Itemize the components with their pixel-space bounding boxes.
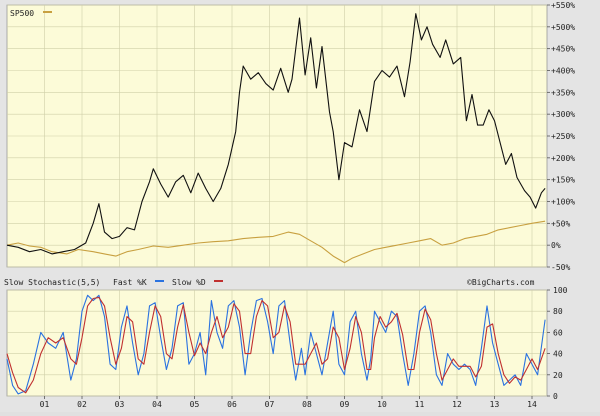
x-tick-label: 08: [302, 400, 312, 409]
indicator-y-tick-label: 80: [553, 307, 563, 316]
x-tick-label: 07: [265, 400, 275, 409]
legend-entry-sp500: SP500: [10, 9, 34, 18]
legend-entry-fast-k: Fast %K: [113, 278, 147, 287]
x-tick-label: 12: [452, 400, 462, 409]
x-tick-label: 14: [527, 400, 537, 409]
main-y-tick-label: +250%: [551, 132, 575, 141]
source-credit: ©BigCharts.com: [467, 278, 535, 287]
x-tick-label: 11: [415, 400, 425, 409]
main-y-tick-label: +200%: [551, 154, 575, 163]
x-tick-label: 03: [115, 400, 125, 409]
x-tick-label: 06: [227, 400, 237, 409]
indicator-y-tick-label: 40: [553, 350, 563, 359]
indicator-y-tick-label: 20: [553, 371, 563, 380]
x-tick-label: 01: [40, 400, 50, 409]
main-y-tick-label: +450%: [551, 45, 575, 54]
indicator-y-tick-label: 100: [553, 286, 568, 295]
chart-container: +550% +500% +450% +400% +350% +300% +250% +200%…: [0, 0, 600, 412]
main-y-tick-label: +300%: [551, 110, 575, 119]
legend-entry-slow-d: Slow %D: [172, 278, 206, 287]
stock-chart: +550% +500% +450% +400% +350% +300% +250% +200%…: [0, 0, 600, 412]
main-y-tick-label: +400%: [551, 67, 575, 76]
main-y-tick-label: +550%: [551, 1, 575, 10]
main-y-tick-label: 0%: [551, 241, 561, 250]
main-y-tick-label: +500%: [551, 23, 575, 32]
x-tick-label: 02: [77, 400, 87, 409]
main-y-tick-label: +100%: [551, 198, 575, 207]
legend-swatch-fast-k: [155, 280, 164, 282]
legend-swatch-sp500: [43, 11, 52, 13]
main-y-tick-label: +150%: [551, 176, 575, 185]
x-tick-label: 05: [190, 400, 200, 409]
x-tick-label: 10: [377, 400, 387, 409]
main-y-tick-label: +50%: [551, 219, 570, 228]
x-tick-label: 13: [490, 400, 500, 409]
x-tick-label: 04: [152, 400, 162, 409]
indicator-y-tick-label: 60: [553, 328, 563, 337]
indicator-y-tick-label: 0: [553, 392, 558, 401]
main-y-tick-label: +350%: [551, 88, 575, 97]
x-tick-label: 09: [340, 400, 350, 409]
legend-swatch-slow-d: [214, 280, 223, 282]
indicator-title: Slow Stochastic(5,5): [4, 278, 100, 287]
